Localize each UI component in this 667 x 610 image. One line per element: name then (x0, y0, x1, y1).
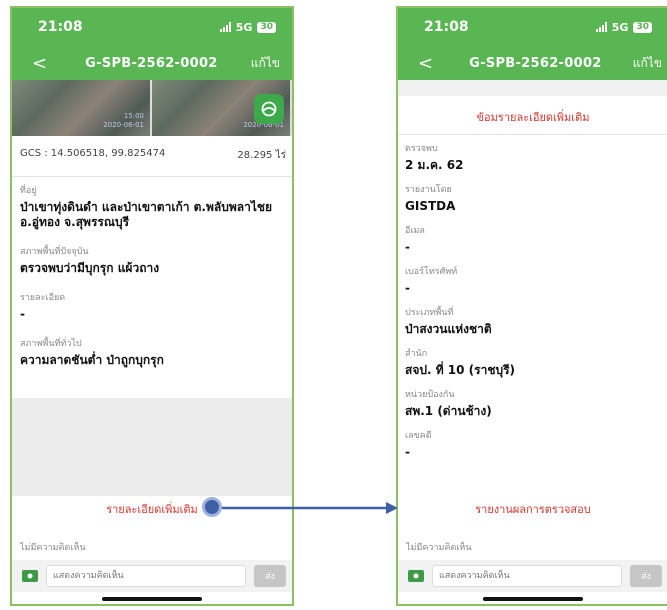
satellite-image-before[interactable]: 15:00 2020-06-01 (12, 80, 152, 136)
field-value: ตรวจพบว่ามีบุกรุก แผ้วถาง (20, 261, 160, 275)
field-label: ประเภทพื้นที่ (405, 308, 454, 318)
status-time: 21:08 (38, 19, 83, 35)
edit-button[interactable]: แก้ไข (251, 54, 280, 73)
divider (398, 134, 667, 135)
comment-bar: ส่ง (12, 560, 292, 592)
field-value: GISTDA (405, 199, 456, 213)
status-indicators: 5G 30 (219, 20, 276, 34)
edit-button[interactable]: แก้ไข (633, 54, 662, 73)
page-title: G-SPB-2562-0002 (85, 55, 218, 71)
field-value: ความลาดชันต่ำ ป่าถูกบุกรุก (20, 353, 164, 367)
field-value: สพ.1 (ด่านช้าง) (405, 404, 492, 418)
area-size: 28.295 ไร่ (237, 150, 286, 161)
report-results-link[interactable]: รายงานผลการตรวจสอบ (398, 500, 667, 518)
camera-icon[interactable] (22, 570, 38, 582)
protection-unit-field: หน่วยป้องกัน สพ.1 (ด่านช้าง) (398, 387, 667, 419)
field-label: อีเมล (405, 226, 425, 236)
office-field: สำนัก สจป. ที่ 10 (ราชบุรี) (398, 346, 667, 378)
map-layers-icon[interactable] (254, 94, 284, 124)
field-value: สจป. ที่ 10 (ราชบุรี) (405, 363, 516, 377)
network-label: 5G (611, 20, 629, 34)
status-indicators: 5G 30 (595, 20, 652, 34)
field-value: - (405, 445, 410, 459)
comment-input[interactable] (46, 565, 246, 587)
field-value: ป่าเขาทุ่งดินดำ และป่าเขาตาเก้า ต.พลับพล… (20, 200, 273, 229)
signal-icon (595, 22, 607, 32)
page-title: G-SPB-2562-0002 (469, 55, 602, 71)
nav-bar: < G-SPB-2562-0002 แก้ไข (12, 46, 292, 80)
image-timestamp: 15:00 2020-06-01 (103, 112, 144, 129)
field-label: สำนัก (405, 349, 428, 359)
empty-area (12, 398, 292, 496)
camera-icon[interactable] (408, 570, 424, 582)
found-date-field: ตรวจพบ 2 ม.ค. 62 (398, 141, 667, 173)
more-details-label[interactable]: รายละเอียดเพิ่มเติม (106, 503, 198, 516)
field-label: เบอร์โทรศัพท์ (405, 267, 458, 277)
image-strip[interactable]: 15:00 2020-06-01 15:00 2020-06-01 (12, 80, 292, 136)
location-row: GCS : 14.506518, 99.825474 28.295 ไร่ (12, 136, 292, 172)
no-comment-text: ไม่มีความคิดเห็น (406, 543, 472, 553)
field-label: รายละเอียด (20, 293, 66, 303)
divider (12, 176, 292, 177)
field-label: ที่อยู่ (20, 186, 37, 196)
field-value: 2 ม.ค. 62 (405, 158, 464, 172)
network-label: 5G (235, 20, 253, 34)
phone-field: เบอร์โทรศัพท์ - (398, 264, 667, 296)
comment-input[interactable] (432, 565, 622, 587)
no-comment-text: ไม่มีความคิดเห็น (20, 543, 86, 553)
signal-icon (219, 22, 231, 32)
back-icon[interactable]: < (32, 53, 52, 74)
field-value: - (20, 307, 25, 321)
address-field: ที่อยู่ ป่าเขาทุ่งดินดำ และป่าเขาตาเก้า … (12, 183, 292, 230)
pointer-dot-icon (202, 497, 222, 517)
left-phone-screen: 21:08 5G 30 < G-SPB-2562-0002 แก้ไข 15:0… (10, 6, 294, 606)
field-value: - (405, 281, 410, 295)
home-indicator (483, 597, 583, 601)
battery-icon: 30 (633, 21, 652, 33)
status-bar: 21:08 5G 30 (12, 8, 292, 46)
send-button[interactable]: ส่ง (254, 565, 286, 587)
home-indicator (102, 597, 202, 601)
nav-bar: < G-SPB-2562-0002 แก้ไข (398, 46, 667, 80)
field-label: รายงานโดย (405, 185, 452, 195)
case-number-field: เลขคดี - (398, 428, 667, 460)
field-value: ป่าสงวนแห่งชาติ (405, 322, 492, 336)
current-condition-field: สภาพพื้นที่ปัจจุบัน ตรวจพบว่ามีบุกรุก แผ… (12, 244, 292, 276)
field-label: สภาพพื้นที่ปัจจุบัน (20, 247, 89, 257)
field-value: - (405, 240, 410, 254)
details-field: รายละเอียด - (12, 290, 292, 322)
status-bar: 21:08 5G 30 (398, 8, 667, 46)
header-spacer (398, 80, 667, 96)
gcs-coordinates: GCS : 14.506518, 99.825474 (20, 148, 166, 159)
field-label: ตรวจพบ (405, 144, 438, 154)
area-type-field: ประเภทพื้นที่ ป่าสงวนแห่งชาติ (398, 305, 667, 337)
battery-icon: 30 (257, 21, 276, 33)
field-label: หน่วยป้องกัน (405, 390, 455, 400)
more-details-link[interactable]: รายละเอียดเพิ่มเติม (12, 497, 292, 524)
right-phone-screen: 21:08 5G 30 < G-SPB-2562-0002 แก้ไข ข้อม… (396, 6, 667, 606)
reported-by-field: รายงานโดย GISTDA (398, 182, 667, 214)
general-condition-field: สภาพพื้นที่ทั่วไป ความลาดชันต่ำ ป่าถูกบุ… (12, 336, 292, 368)
status-time: 21:08 (424, 19, 469, 35)
send-button[interactable]: ส่ง (630, 565, 662, 587)
email-field: อีเมล - (398, 223, 667, 255)
field-label: สภาพพื้นที่ทั่วไป (20, 339, 82, 349)
back-icon[interactable]: < (418, 53, 438, 74)
comment-bar: ส่ง (398, 560, 667, 592)
field-label: เลขคดี (405, 431, 432, 441)
